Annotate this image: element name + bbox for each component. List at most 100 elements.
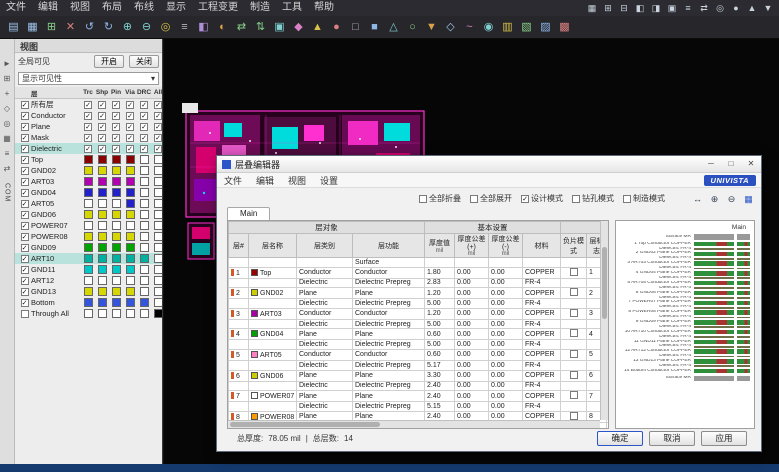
horizontal-scrollbar[interactable] <box>228 420 600 428</box>
stack-table-row[interactable]: DielectricDielectric Prepreg5.150.000.00… <box>229 402 610 412</box>
grid-icon[interactable]: ▩ <box>556 19 573 36</box>
switch-icon[interactable]: ⇄ <box>697 1 711 15</box>
checkbox[interactable]: ✓ <box>126 145 134 153</box>
dialog-menu-item[interactable]: 设置 <box>313 174 345 187</box>
layer-color-swatch[interactable] <box>84 254 93 263</box>
checkbox[interactable]: ✓ <box>21 167 29 175</box>
layer-color-swatch[interactable] <box>126 309 135 318</box>
layer-color-swatch[interactable] <box>112 243 121 252</box>
layer-color-swatch[interactable] <box>98 177 107 186</box>
checkbox[interactable]: ✓ <box>126 101 134 109</box>
probe-icon[interactable]: ◎ <box>4 119 11 128</box>
checkbox[interactable]: ✓ <box>21 156 29 164</box>
checkbox[interactable]: ✓ <box>21 189 29 197</box>
checkbox[interactable]: ✓ <box>112 134 120 142</box>
layer-color-swatch[interactable] <box>126 199 135 208</box>
layer-color-swatch[interactable] <box>98 188 107 197</box>
layer-color-swatch[interactable] <box>126 188 135 197</box>
layer-row[interactable]: ✓GND09 <box>15 242 162 253</box>
layer-color-swatch[interactable] <box>126 254 135 263</box>
layer-color-swatch[interactable] <box>98 243 107 252</box>
checkbox[interactable]: ✓ <box>126 112 134 120</box>
delete-icon[interactable]: ✕ <box>62 19 79 36</box>
dock-right-icon[interactable]: ◨ <box>649 1 663 15</box>
layer-color-swatch[interactable] <box>140 276 149 285</box>
layer-color-swatch[interactable] <box>154 155 163 164</box>
checkbox[interactable]: ✓ <box>154 134 162 142</box>
layer-color-swatch[interactable] <box>140 177 149 186</box>
layer-color-swatch[interactable] <box>112 298 121 307</box>
layer-row[interactable]: ✓ART05 <box>15 198 162 209</box>
zoom-out-icon[interactable]: ⊖ <box>138 19 155 36</box>
layer-color-swatch[interactable] <box>112 177 121 186</box>
layer-color-swatch[interactable] <box>84 298 93 307</box>
checkbox[interactable]: ✓ <box>21 200 29 208</box>
layer-color-swatch[interactable] <box>140 243 149 252</box>
layer-row[interactable]: ✓Top <box>15 154 162 165</box>
mode-checkbox[interactable]: 全部折叠 <box>419 193 461 204</box>
collapse-icon[interactable]: ▲ <box>745 1 759 15</box>
layer-row[interactable]: ✓GND04 <box>15 187 162 198</box>
checkbox[interactable]: ✓ <box>21 255 29 263</box>
checkbox[interactable] <box>570 371 578 379</box>
layer-class-row[interactable]: ✓Dielectric✓✓✓✓✓✓ <box>15 143 162 154</box>
layer-color-swatch[interactable] <box>112 276 121 285</box>
tab-main[interactable]: Main <box>227 207 270 220</box>
layer-color-swatch[interactable] <box>140 298 149 307</box>
collapse-panel-icon[interactable]: ⊟ <box>617 1 631 15</box>
checkbox[interactable]: ✓ <box>21 277 29 285</box>
layer-color-swatch[interactable] <box>140 309 149 318</box>
layer-color-swatch[interactable] <box>140 199 149 208</box>
layer-row[interactable]: ✓GND11 <box>15 264 162 275</box>
layer-color-swatch[interactable] <box>140 232 149 241</box>
checkbox[interactable] <box>419 195 427 203</box>
layer-color-swatch[interactable] <box>84 265 93 274</box>
scrollbar-thumb[interactable] <box>230 422 380 427</box>
stack-table-row[interactable]: 2GND02PlanePlane1.200.000.00COPPER2Not E… <box>229 288 610 299</box>
ok-button[interactable]: 确定 <box>597 431 643 446</box>
zoom-in-icon[interactable]: ⊕ <box>708 193 721 205</box>
layer-color-swatch[interactable] <box>84 232 93 241</box>
checkbox[interactable]: ✓ <box>140 112 148 120</box>
circle-icon[interactable]: ○ <box>404 19 421 36</box>
com-tab[interactable]: COM <box>4 183 11 202</box>
frame-icon[interactable]: ▣ <box>665 1 679 15</box>
highlight-icon[interactable]: ● <box>328 19 345 36</box>
shape-icon[interactable]: □ <box>347 19 364 36</box>
dialog-menu-item[interactable]: 文件 <box>217 174 249 187</box>
checkbox[interactable]: ✓ <box>21 123 29 131</box>
pan-icon[interactable]: ⇄ <box>4 164 11 173</box>
checkbox[interactable]: ✓ <box>140 101 148 109</box>
checkbox[interactable] <box>570 391 578 399</box>
status-dot-icon[interactable]: ● <box>729 1 743 15</box>
layers-icon[interactable]: ▥ <box>499 19 516 36</box>
checkbox[interactable] <box>570 412 578 420</box>
layer-row[interactable]: ✓ART12 <box>15 275 162 286</box>
maximize-button[interactable]: □ <box>721 156 741 172</box>
checkbox[interactable]: ✓ <box>21 145 29 153</box>
layer-color-swatch[interactable] <box>154 265 163 274</box>
stack-table-row[interactable]: DielectricDielectric Prepreg5.170.000.00… <box>229 360 610 370</box>
layer-color-swatch[interactable] <box>112 199 121 208</box>
checkbox[interactable]: ✓ <box>112 123 120 131</box>
checkbox[interactable]: ✓ <box>140 134 148 142</box>
checkbox[interactable]: ✓ <box>21 101 29 109</box>
board-icon[interactable]: ▣ <box>271 19 288 36</box>
menubar-item[interactable]: 帮助 <box>308 0 340 16</box>
menubar-item[interactable]: 文件 <box>0 0 32 16</box>
triangle-icon[interactable]: △ <box>385 19 402 36</box>
checkbox[interactable]: ✓ <box>84 145 92 153</box>
expand-icon[interactable]: ▼ <box>761 1 775 15</box>
undo-icon[interactable]: ↺ <box>81 19 98 36</box>
menubar-item[interactable]: 视图 <box>64 0 96 16</box>
layer-color-swatch[interactable] <box>98 166 107 175</box>
via-icon[interactable]: ◆ <box>290 19 307 36</box>
hatch-icon[interactable]: ▧ <box>518 19 535 36</box>
layer-color-swatch[interactable] <box>98 287 107 296</box>
visibility-filter-select[interactable]: 显示可见性 ▾ <box>18 72 159 85</box>
checkbox[interactable] <box>570 329 578 337</box>
layer-color-swatch[interactable] <box>126 166 135 175</box>
checkbox[interactable]: ✓ <box>98 123 106 131</box>
layer-color-swatch[interactable] <box>154 221 163 230</box>
layer-row[interactable]: ✓POWER08 <box>15 231 162 242</box>
